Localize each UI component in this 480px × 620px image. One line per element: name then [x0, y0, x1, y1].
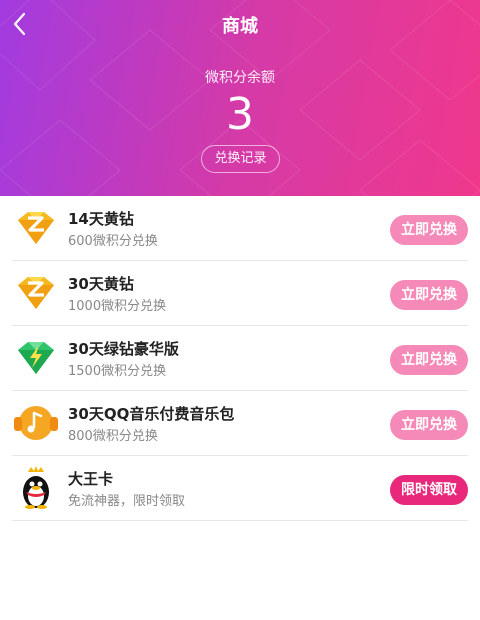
list-item: 30天绿钻豪华版 1500微积分兑换 立即兑换	[12, 326, 468, 391]
item-name: 14天黄钻	[68, 210, 134, 228]
qq-penguin-icon	[23, 466, 49, 509]
page-title: 商城	[222, 16, 258, 37]
list-item: 14天黄钻 600微积分兑换 立即兑换	[12, 196, 468, 261]
balance-label: 微积分余额	[205, 70, 275, 86]
yellow-diamond-icon	[18, 277, 54, 309]
product-list: 14天黄钻 600微积分兑换 立即兑换 30天黄钻 1000微积分兑换 立即兑换…	[12, 196, 468, 521]
item-name: 30天黄钻	[68, 275, 134, 293]
item-cost: 1000微积分兑换	[68, 299, 167, 314]
list-item: 30天QQ音乐付费音乐包 800微积分兑换 立即兑换	[12, 391, 468, 456]
header: 商城 微积分余额 3 兑换记录	[0, 0, 480, 196]
item-desc: 免流神器，限时领取	[68, 494, 186, 509]
item-name: 大王卡	[68, 470, 114, 488]
green-diamond-icon	[18, 342, 54, 374]
exchange-history-button[interactable]: 兑换记录	[201, 145, 280, 173]
claim-button[interactable]: 限时领取	[390, 475, 468, 505]
music-package-icon	[14, 406, 58, 440]
item-cost: 600微积分兑换	[68, 234, 158, 249]
redeem-button[interactable]: 立即兑换	[390, 410, 468, 440]
yellow-diamond-icon	[18, 212, 54, 244]
list-item: 大王卡 免流神器，限时领取 限时领取	[12, 456, 468, 521]
balance-value: 3	[226, 89, 254, 140]
item-name: 30天绿钻豪华版	[68, 340, 179, 358]
redeem-button[interactable]: 立即兑换	[390, 215, 468, 245]
list-item: 30天黄钻 1000微积分兑换 立即兑换	[12, 261, 468, 326]
redeem-button[interactable]: 立即兑换	[390, 280, 468, 310]
redeem-button[interactable]: 立即兑换	[390, 345, 468, 375]
item-name: 30天QQ音乐付费音乐包	[68, 405, 235, 423]
item-cost: 1500微积分兑换	[68, 364, 167, 379]
item-cost: 800微积分兑换	[68, 429, 158, 444]
